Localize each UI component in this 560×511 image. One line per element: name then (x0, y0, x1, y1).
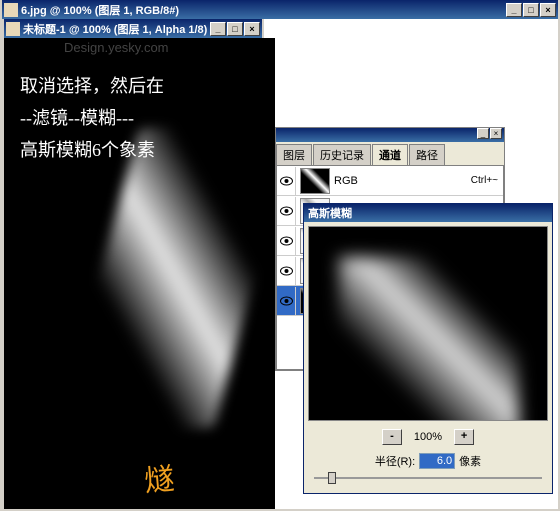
doc-icon (6, 22, 20, 36)
minimize-button[interactable]: _ (506, 3, 522, 17)
close-button[interactable]: × (540, 3, 556, 17)
radius-unit: 像素 (459, 453, 481, 469)
radius-input[interactable] (419, 453, 455, 469)
light-beam-graphic (59, 128, 294, 428)
palette-tabs: 图层 历史记录 通道 路径 (276, 142, 504, 165)
tab-paths[interactable]: 路径 (409, 144, 445, 165)
palette-titlebar: _ × (276, 128, 504, 142)
doc-close-button[interactable]: × (244, 22, 260, 36)
slider-knob[interactable] (328, 472, 336, 484)
tab-channels[interactable]: 通道 (372, 144, 408, 165)
annotation-line-2: --滤镜--模糊--- (20, 104, 134, 130)
app-icon (4, 3, 18, 17)
eye-icon[interactable] (278, 227, 296, 255)
gaussian-blur-dialog: 高斯模糊 - 100% + 半径(R): 像素 (303, 203, 553, 494)
channel-shortcut: Ctrl+~ (471, 175, 502, 186)
eye-icon[interactable] (278, 287, 296, 315)
radius-row: 半径(R): 像素 (304, 449, 552, 471)
channel-name: RGB (334, 175, 471, 187)
signature-graphic: 燧 (142, 454, 176, 500)
channel-thumb (300, 168, 330, 194)
tab-layers[interactable]: 图层 (276, 144, 312, 165)
outer-titlebar: 6.jpg @ 100% (图层 1, RGB/8#) _ □ × (2, 0, 558, 19)
eye-icon[interactable] (278, 197, 296, 225)
blur-preview[interactable] (308, 226, 548, 421)
channel-row-rgb[interactable]: RGB Ctrl+~ (277, 166, 503, 196)
zoom-controls: - 100% + (304, 425, 552, 449)
eye-icon[interactable] (278, 257, 296, 285)
preview-beam-graphic (339, 257, 519, 421)
doc-minimize-button[interactable]: _ (210, 22, 226, 36)
tab-history[interactable]: 历史记录 (313, 144, 371, 165)
document-canvas[interactable]: Design.yesky.com 取消选择，然后在 --滤镜--模糊--- 高斯… (4, 38, 275, 509)
radius-slider[interactable] (314, 471, 542, 485)
inner-window-title: 未标题-1 @ 100% (图层 1, Alpha 1/8) (23, 21, 209, 37)
doc-maximize-button[interactable]: □ (227, 22, 243, 36)
outer-window-title: 6.jpg @ 100% (图层 1, RGB/8#) (21, 2, 505, 18)
zoom-out-button[interactable]: - (382, 429, 402, 445)
eye-icon[interactable] (278, 167, 296, 195)
inner-titlebar: 未标题-1 @ 100% (图层 1, Alpha 1/8) _ □ × (4, 19, 262, 38)
dialog-title: 高斯模糊 (304, 204, 552, 222)
watermark-text: Design.yesky.com (64, 40, 169, 55)
palette-minimize-button[interactable]: _ (477, 128, 489, 139)
zoom-in-button[interactable]: + (454, 429, 474, 445)
palette-close-button[interactable]: × (490, 128, 502, 139)
maximize-button[interactable]: □ (523, 3, 539, 17)
zoom-value: 100% (414, 431, 442, 443)
annotation-line-1: 取消选择，然后在 (20, 72, 164, 98)
radius-label: 半径(R): (375, 453, 415, 469)
slider-track (314, 477, 542, 479)
